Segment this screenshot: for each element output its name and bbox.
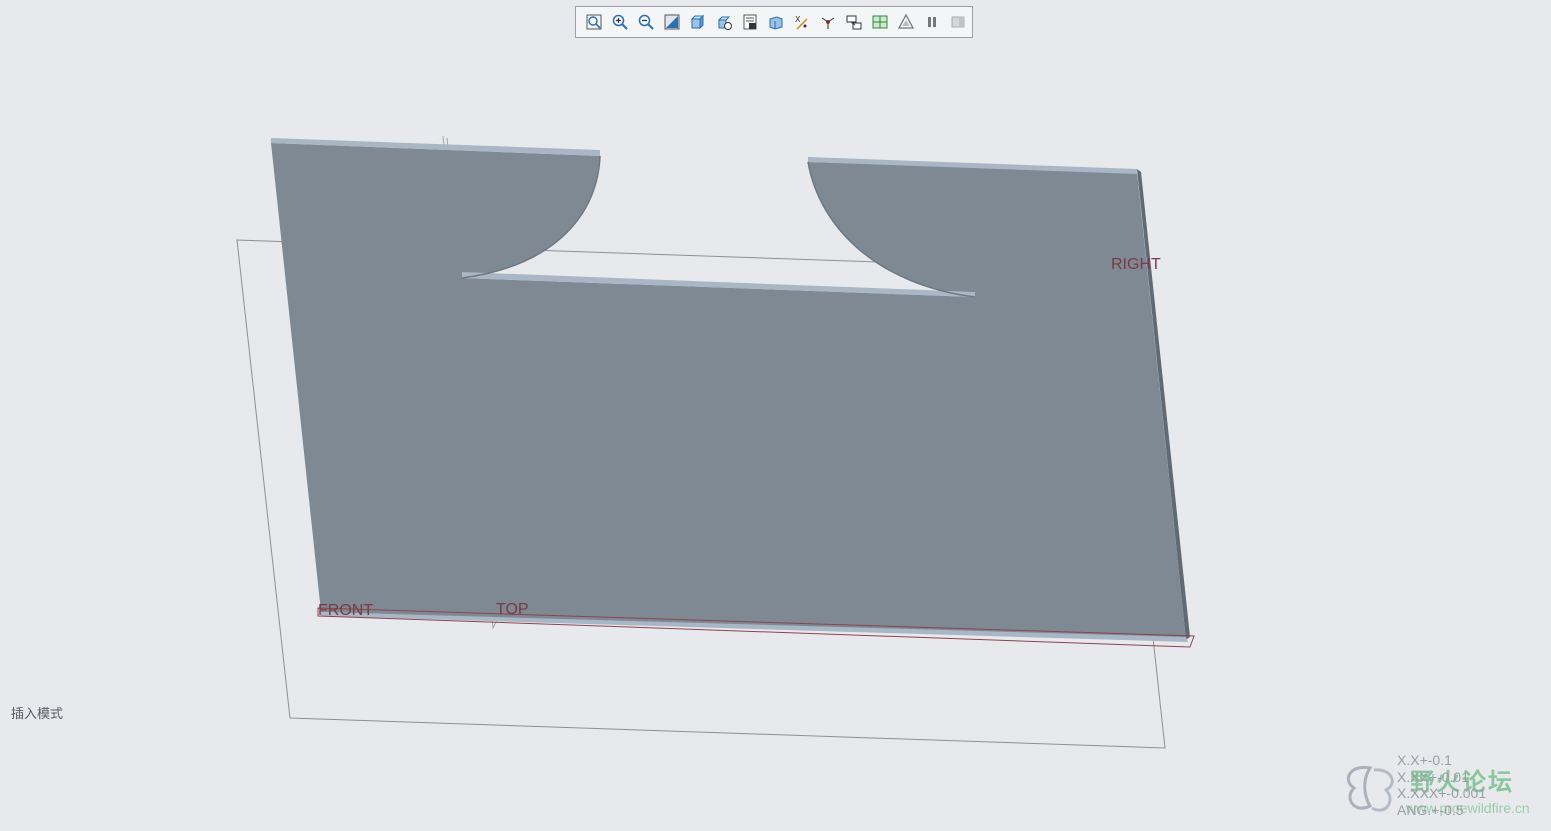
annotation-display-icon[interactable] (842, 10, 866, 34)
zoom-in-icon[interactable] (608, 10, 632, 34)
refit-icon[interactable] (582, 10, 606, 34)
graphics-toolbar: X (575, 6, 973, 38)
appearance-icon[interactable] (894, 10, 918, 34)
disabled-tool-icon (946, 10, 970, 34)
perspective-view-icon[interactable] (764, 10, 788, 34)
tolerance-line: ANG.+-0.5 (1397, 801, 1464, 818)
view-manager-icon[interactable] (738, 10, 762, 34)
display-style-icon[interactable] (686, 10, 710, 34)
sheet-part-face[interactable] (271, 143, 1186, 640)
repaint-icon[interactable] (660, 10, 684, 34)
datum-label-right[interactable]: RIGHT (1111, 256, 1161, 274)
spin-center-icon[interactable] (816, 10, 840, 34)
saved-orientations-icon[interactable] (712, 10, 736, 34)
tolerance-line: X.XX+-0.01 (1397, 768, 1469, 785)
insert-mode-label: 插入模式 (11, 707, 64, 722)
model-view[interactable] (0, 0, 1551, 827)
svg-text:X: X (795, 15, 801, 24)
datum-label-front[interactable]: FRONT (318, 602, 373, 620)
datum-label-top[interactable]: TOP (496, 601, 529, 619)
pause-icon[interactable] (920, 10, 944, 34)
datum-display-filters-icon[interactable]: X (790, 10, 814, 34)
tolerance-table: X.X+-0.1 X.XX+-0.01 X.XXX+-0.001 ANG.+-0… (1397, 752, 1486, 818)
section-icon[interactable] (868, 10, 892, 34)
graphics-window[interactable]: RIGHT FRONT TOP (0, 0, 1551, 827)
tolerance-line: X.X+-0.1 (1397, 752, 1452, 768)
tolerance-line: X.XXX+-0.001 (1397, 785, 1487, 801)
zoom-out-icon[interactable] (634, 10, 658, 34)
